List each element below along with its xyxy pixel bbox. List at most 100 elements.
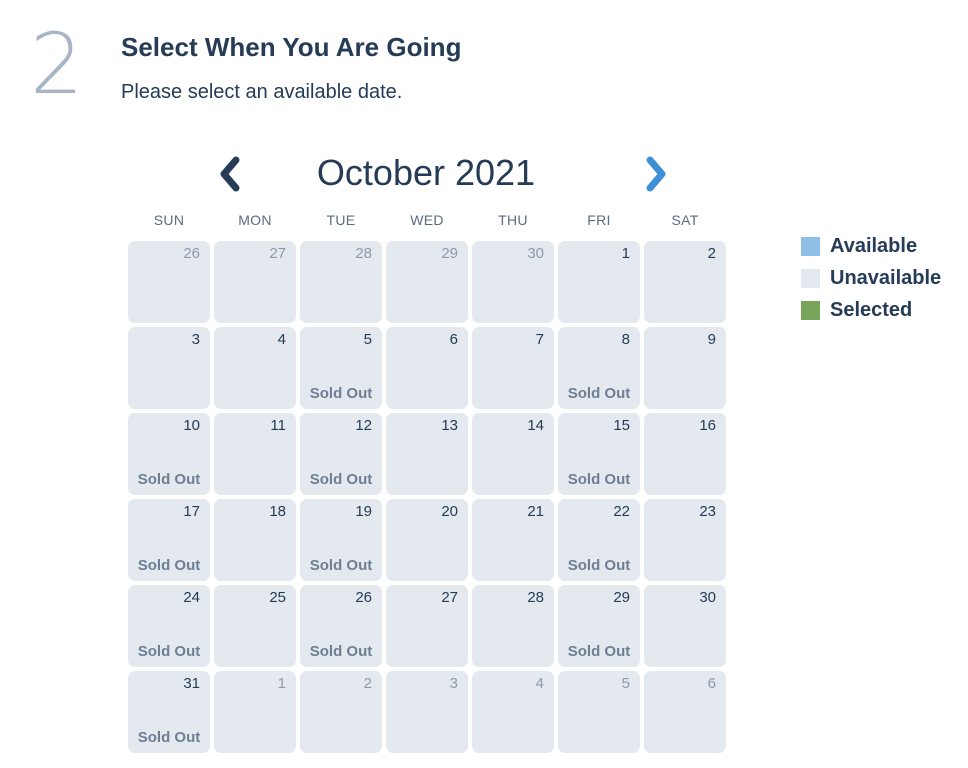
calendar-day[interactable]: 9 (644, 327, 726, 409)
day-number: 30 (527, 245, 544, 262)
sold-out-label: Sold Out (309, 471, 373, 488)
calendar-day[interactable]: 7 (472, 327, 554, 409)
day-number: 11 (270, 417, 286, 434)
day-number: 13 (441, 417, 458, 434)
day-number: 9 (707, 331, 716, 348)
calendar-day[interactable]: 6 (386, 327, 468, 409)
sold-out-label: Sold Out (567, 385, 631, 402)
weekday-label: WED (410, 212, 444, 228)
calendar-day[interactable]: 24 Sold Out (128, 585, 210, 667)
day-number: 19 (355, 503, 372, 520)
day-number: 10 (183, 417, 200, 434)
calendar-day: 4 (472, 671, 554, 753)
step-number: 2 (30, 15, 84, 113)
weekday-label: TUE (326, 212, 356, 228)
calendar-day: 28 (300, 241, 382, 323)
calendar-day[interactable]: 8 Sold Out (558, 327, 640, 409)
legend-label: Selected (830, 298, 913, 321)
calendar-day[interactable]: 10 Sold Out (128, 413, 210, 495)
calendar-day[interactable]: 29 Sold Out (558, 585, 640, 667)
weekday-header: SUN MON TUE WED THU FRI SAT (128, 212, 724, 228)
page-subtitle: Please select an available date. (121, 81, 403, 103)
calendar-day: 30 (472, 241, 554, 323)
day-number: 30 (699, 589, 716, 606)
legend-item: Available (801, 230, 941, 262)
sold-out-label: Sold Out (137, 471, 201, 488)
calendar-day[interactable]: 20 (386, 499, 468, 581)
calendar-day[interactable]: 17 Sold Out (128, 499, 210, 581)
day-number: 1 (621, 245, 630, 262)
calendar-day[interactable]: 18 (214, 499, 296, 581)
day-number: 4 (277, 331, 286, 348)
sold-out-label: Sold Out (137, 557, 201, 574)
calendar-day[interactable]: 12 Sold Out (300, 413, 382, 495)
day-number: 21 (527, 503, 544, 520)
day-number: 17 (183, 503, 200, 520)
day-number: 27 (441, 589, 458, 606)
sold-out-label: Sold Out (309, 557, 373, 574)
calendar-day[interactable]: 27 (386, 585, 468, 667)
calendar-day[interactable]: 28 (472, 585, 554, 667)
calendar-day: 5 (558, 671, 640, 753)
day-number: 1 (277, 675, 286, 692)
calendar-day[interactable]: 15 Sold Out (558, 413, 640, 495)
weekday-label: MON (238, 212, 272, 228)
calendar-day[interactable]: 30 (644, 585, 726, 667)
day-number: 12 (355, 417, 372, 434)
calendar-day[interactable]: 19 Sold Out (300, 499, 382, 581)
calendar-day[interactable]: 1 (558, 241, 640, 323)
calendar-day[interactable]: 11 (214, 413, 296, 495)
day-number: 26 (355, 589, 372, 606)
day-number: 22 (613, 503, 630, 520)
sold-out-label: Sold Out (567, 557, 631, 574)
day-number: 6 (449, 331, 458, 348)
calendar-day[interactable]: 4 (214, 327, 296, 409)
sold-out-label: Sold Out (567, 643, 631, 660)
next-month-button[interactable] (642, 154, 672, 194)
legend-swatch (801, 300, 820, 320)
calendar-day: 27 (214, 241, 296, 323)
calendar-day[interactable]: 22 Sold Out (558, 499, 640, 581)
month-title: October 2021 (316, 152, 536, 193)
weekday-label: THU (498, 212, 528, 228)
calendar-day: 3 (386, 671, 468, 753)
sold-out-label: Sold Out (309, 385, 373, 402)
calendar-day[interactable]: 21 (472, 499, 554, 581)
calendar-day[interactable]: 14 (472, 413, 554, 495)
day-number: 5 (363, 331, 372, 348)
calendar-day[interactable]: 5 Sold Out (300, 327, 382, 409)
weekday-label: SAT (671, 212, 699, 228)
day-number: 29 (613, 589, 630, 606)
calendar-day[interactable]: 31 Sold Out (128, 671, 210, 753)
calendar-day: 26 (128, 241, 210, 323)
day-number: 14 (527, 417, 544, 434)
calendar-day: 29 (386, 241, 468, 323)
calendar-day[interactable]: 25 (214, 585, 296, 667)
sold-out-label: Sold Out (137, 643, 201, 660)
calendar-day[interactable]: 2 (644, 241, 726, 323)
day-number: 4 (535, 675, 544, 692)
legend: Available Unavailable Selected (801, 230, 941, 326)
day-number: 23 (699, 503, 716, 520)
sold-out-label: Sold Out (567, 471, 631, 488)
page-title: Select When You Are Going (121, 32, 462, 62)
calendar-day[interactable]: 26 Sold Out (300, 585, 382, 667)
legend-item: Selected (801, 294, 941, 326)
day-number: 18 (269, 503, 286, 520)
legend-swatch (801, 236, 820, 256)
legend-item: Unavailable (801, 262, 941, 294)
day-number: 8 (621, 331, 630, 348)
day-number: 28 (355, 245, 372, 262)
calendar-day[interactable]: 23 (644, 499, 726, 581)
day-number: 2 (363, 675, 372, 692)
day-number: 26 (183, 245, 200, 262)
calendar-day[interactable]: 3 (128, 327, 210, 409)
calendar-day[interactable]: 16 (644, 413, 726, 495)
day-number: 5 (621, 675, 630, 692)
day-number: 16 (699, 417, 716, 434)
day-number: 7 (535, 331, 544, 348)
day-number: 24 (183, 589, 200, 606)
calendar-day: 2 (300, 671, 382, 753)
day-number: 2 (707, 245, 716, 262)
calendar-day[interactable]: 13 (386, 413, 468, 495)
